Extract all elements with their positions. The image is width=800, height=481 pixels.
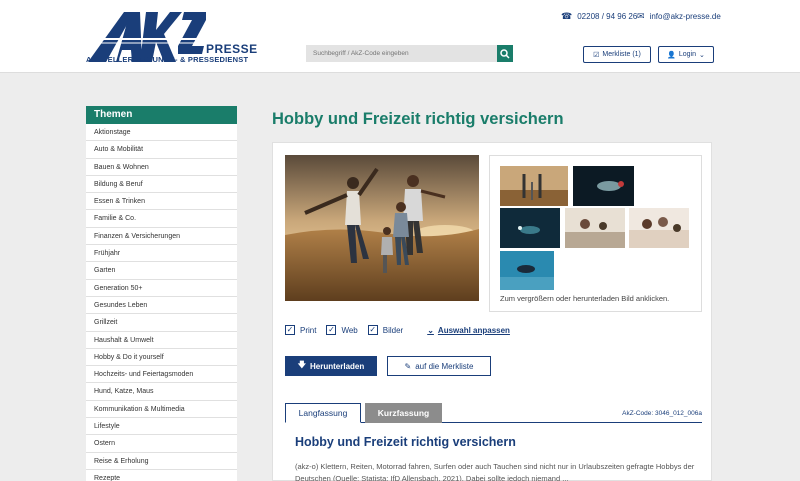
chevron-down-icon: ⌄ xyxy=(698,51,705,59)
thumbnail-caption: Zum vergrößern oder herunterladen Bild a… xyxy=(500,294,670,303)
check-print[interactable]: ✓ Print xyxy=(285,325,316,335)
sidebar-item[interactable]: Garten xyxy=(86,262,237,280)
checkbox-checked-icon: ✓ xyxy=(367,325,378,335)
sidebar-title: Themen xyxy=(86,106,237,124)
sidebar-item[interactable]: Aktionstage xyxy=(86,124,237,142)
adjust-selection-label: Auswahl anpassen xyxy=(437,325,510,335)
check-web[interactable]: ✓ Web xyxy=(326,325,358,335)
check-bilder[interactable]: ✓ Bilder xyxy=(367,325,404,335)
sidebar-item[interactable]: Bauen & Wohnen xyxy=(86,159,237,176)
checkbox-checked-icon: ✓ xyxy=(285,325,295,335)
chevron-down-icon: ⌄ xyxy=(427,325,434,335)
email-contact[interactable]: ✉ info@akz-presse.de xyxy=(637,11,721,22)
sidebar-item[interactable]: Haushalt & Umwelt xyxy=(86,332,237,349)
login-label: Login xyxy=(678,51,696,58)
export-options: ✓ Print ✓ Web ✓ Bilder ⌄ Auswahl anpasse… xyxy=(285,325,510,335)
sidebar-item[interactable]: Grillzeit xyxy=(86,314,237,332)
article-title: Hobby und Freizeit richtig versichern xyxy=(295,435,516,449)
thumbnail-gallery: Zum vergrößern oder herunterladen Bild a… xyxy=(489,155,702,312)
sidebar-item[interactable]: Kommunikation & Multimedia xyxy=(86,401,237,419)
thumbnail-diver-dark[interactable] xyxy=(573,166,634,206)
check-web-label: Web xyxy=(341,325,358,335)
phone-number: 02208 / 94 96 26 xyxy=(577,12,638,21)
phone-icon: ☎ xyxy=(561,11,573,21)
akz-code: AkZ-Code: 3046_012_006a xyxy=(622,410,702,417)
check-print-label: Print xyxy=(300,325,317,335)
login-button[interactable]: 👤 Login ⌄ xyxy=(658,46,714,63)
sidebar-item[interactable]: Rezepte xyxy=(86,470,237,481)
checkbox-checked-icon: ✓ xyxy=(326,325,337,335)
sidebar-item[interactable]: Hobby & Do it yourself xyxy=(86,349,237,367)
add-to-merkliste-button[interactable]: ✎ auf die Merkliste xyxy=(387,356,491,376)
topics-sidebar: Themen Aktionstage Auto & Mobilität Bauen … xyxy=(86,106,237,481)
sidebar-item[interactable]: Familie & Co. xyxy=(86,210,237,228)
edit-icon: ✎ xyxy=(404,361,412,371)
logo-presse-text: PRESSE xyxy=(206,42,258,56)
sidebar-item[interactable]: Generation 50+ xyxy=(86,280,237,297)
text-version-tabs: Langfassung Kurzfassung AkZ-Code: 3046_0… xyxy=(285,403,702,423)
sidebar-item[interactable]: Hund, Katze, Maus xyxy=(86,383,237,401)
sidebar-item[interactable]: Reise & Erholung xyxy=(86,453,237,470)
sidebar-item[interactable]: Auto & Mobilität xyxy=(86,141,237,159)
checklist-icon: ☑ xyxy=(593,51,600,59)
adjust-selection-link[interactable]: ⌄ Auswahl anpassen xyxy=(427,326,510,335)
sidebar-item[interactable]: Finanzen & Versicherungen xyxy=(86,228,237,246)
logo-tagline: AKTUELLER ZEITUNGS- & PRESSEDIENST xyxy=(86,55,249,64)
sidebar-item[interactable]: Gesundes Leben xyxy=(86,297,237,315)
article-text: (akz-o) Klettern, Reiten, Motorrad fahre… xyxy=(295,462,695,481)
sidebar-item[interactable]: Frühjahr xyxy=(86,245,237,263)
check-bilder-label: Bilder xyxy=(382,325,404,335)
page-title: Hobby und Freizeit richtig versichern xyxy=(272,110,564,128)
thumbnail-diver-cave[interactable] xyxy=(500,208,560,248)
sidebar-item[interactable]: Bildung & Beruf xyxy=(86,176,237,194)
envelope-icon: ✉ xyxy=(637,11,645,21)
akz-logo[interactable]: PRESSE AKTUELLER ZEITUNGS- & PRESSEDIENS… xyxy=(86,12,257,64)
email-address: info@akz-presse.de xyxy=(649,12,721,21)
search-bar xyxy=(306,45,513,62)
thumbnail-diver-blue[interactable] xyxy=(500,251,554,290)
main-photo[interactable] xyxy=(285,155,479,301)
download-arrow-icon: 🡇 xyxy=(297,360,306,369)
download-button[interactable]: 🡇 Herunterladen xyxy=(285,356,377,376)
content-card: Zum vergrößern oder herunterladen Bild a… xyxy=(272,142,712,481)
phone-contact[interactable]: ☎ 02208 / 94 96 26 xyxy=(561,11,637,22)
sidebar-item[interactable]: Lifestyle xyxy=(86,418,237,436)
tab-kurzfassung[interactable]: Kurzfassung xyxy=(365,403,442,423)
search-icon xyxy=(500,48,510,59)
thumbnail-family-sofa[interactable] xyxy=(565,208,625,248)
user-icon: 👤 xyxy=(667,51,676,59)
header: PRESSE AKTUELLER ZEITUNGS- & PRESSEDIENS… xyxy=(0,0,800,73)
search-button[interactable] xyxy=(497,45,513,62)
sidebar-item[interactable]: Hochzeits- und Feiertagsmoden xyxy=(86,366,237,384)
thumbnail-family[interactable] xyxy=(500,166,568,206)
merkliste-button[interactable]: ☑ Merkliste (1) xyxy=(583,46,651,63)
add-to-merkliste-label: auf die Merkliste xyxy=(415,361,474,371)
download-label: Herunterladen xyxy=(310,361,365,371)
sidebar-item[interactable]: Essen & Trinken xyxy=(86,193,237,211)
thumbnail-family-bed[interactable] xyxy=(629,208,689,248)
sidebar-item[interactable]: Ostern xyxy=(86,435,237,453)
sidebar-list: Aktionstage Auto & Mobilität Bauen & Wohne… xyxy=(86,124,237,481)
search-input[interactable] xyxy=(306,45,497,62)
tab-langfassung[interactable]: Langfassung xyxy=(285,403,361,423)
merkliste-label: Merkliste (1) xyxy=(602,51,641,58)
